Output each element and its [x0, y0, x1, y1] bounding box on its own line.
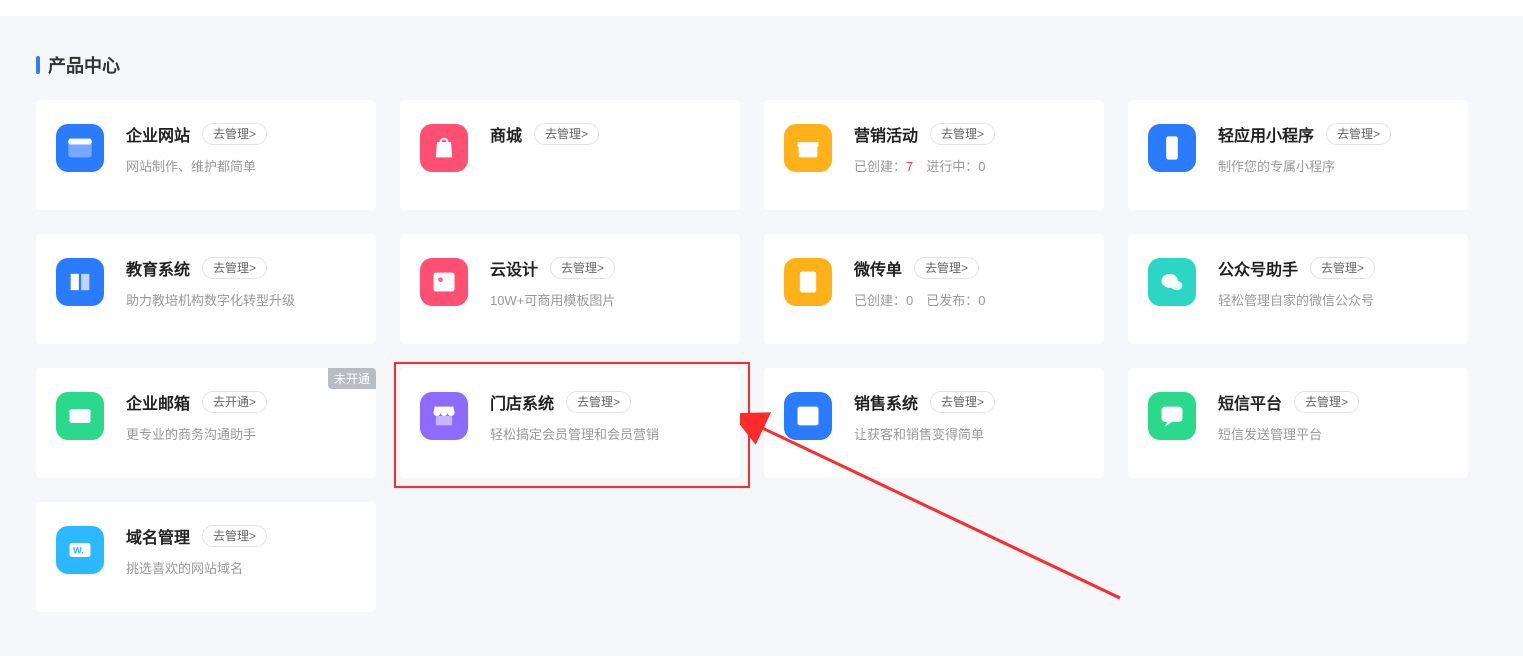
wechat-icon — [1148, 258, 1196, 306]
bag-icon — [420, 124, 468, 172]
product-card-miniapp[interactable]: 轻应用小程序去管理> 制作您的专属小程序 — [1128, 100, 1468, 210]
card-title: 门店系统 — [490, 390, 554, 414]
card-desc: 让获客和销售变得简单 — [854, 426, 1084, 444]
shop-icon — [420, 392, 468, 440]
list-icon — [784, 392, 832, 440]
card-title: 商城 — [490, 122, 522, 146]
product-card-wx[interactable]: 公众号助手去管理> 轻松管理自家的微信公众号 — [1128, 234, 1468, 344]
product-card-marketing[interactable]: 营销活动去管理> 已创建：7 进行中：0 — [764, 100, 1104, 210]
product-card-flyer[interactable]: 微传单去管理> 已创建：0 已发布：0 — [764, 234, 1104, 344]
card-desc: 轻松管理自家的微信公众号 — [1218, 292, 1448, 310]
file-icon — [784, 258, 832, 306]
product-grid: 企业网站去管理>网站制作、维护都简单商城去管理>营销活动去管理>已创建：7 进行… — [36, 100, 1492, 636]
card-title: 微传单 — [854, 256, 902, 280]
book-icon — [56, 258, 104, 306]
section-title: 产品中心 — [36, 52, 120, 78]
card-desc: 10W+可商用模板图片 — [490, 292, 720, 310]
card-desc: 更专业的商务沟通助手 — [126, 426, 356, 444]
card-desc: 已创建：7 进行中：0 — [854, 158, 1084, 176]
manage-button[interactable]: 去管理> — [1326, 123, 1391, 145]
manage-button[interactable]: 去管理> — [202, 525, 267, 547]
card-desc: 挑选喜欢的网站域名 — [126, 560, 356, 578]
card-title: 短信平台 — [1218, 390, 1282, 414]
card-title: 企业邮箱 — [126, 390, 190, 414]
manage-button[interactable]: 去管理> — [914, 257, 979, 279]
manage-button[interactable]: 去管理> — [202, 123, 267, 145]
card-title: 云设计 — [490, 256, 538, 280]
product-card-design[interactable]: 云设计去管理> 10W+可商用模板图片 — [400, 234, 740, 344]
manage-button[interactable]: 去管理> — [930, 391, 995, 413]
card-desc: 短信发送管理平台 — [1218, 426, 1448, 444]
card-desc: 已创建：0 已发布：0 — [854, 292, 1084, 310]
card-desc: 网站制作、维护都简单 — [126, 158, 356, 176]
product-card-sales[interactable]: 销售系统去管理> 让获客和销售变得简单 — [764, 368, 1104, 478]
card-title: 营销活动 — [854, 122, 918, 146]
chat-icon — [1148, 392, 1196, 440]
manage-button[interactable]: 去管理> — [1294, 391, 1359, 413]
image-icon — [420, 258, 468, 306]
manage-button[interactable]: 去管理> — [534, 123, 599, 145]
card-title: 教育系统 — [126, 256, 190, 280]
gift-icon — [784, 124, 832, 172]
card-title: 企业网站 — [126, 122, 190, 146]
mail-icon — [56, 392, 104, 440]
product-card-mall[interactable]: 商城去管理> — [400, 100, 740, 210]
product-card-domain[interactable]: W. 域名管理去管理> 挑选喜欢的网站域名 — [36, 502, 376, 612]
browser-icon — [56, 124, 104, 172]
svg-text:W.: W. — [73, 546, 84, 556]
card-title: 域名管理 — [126, 524, 190, 548]
manage-button[interactable]: 去管理> — [550, 257, 615, 279]
card-desc: 助力教培机构数字化转型升级 — [126, 292, 356, 310]
manage-button[interactable]: 去管理> — [566, 391, 631, 413]
status-badge: 未开通 — [328, 368, 376, 389]
manage-button[interactable]: 去开通> — [202, 391, 267, 413]
card-desc: 轻松搞定会员管理和会员营销 — [490, 426, 720, 444]
card-title: 公众号助手 — [1218, 256, 1298, 280]
product-card-website[interactable]: 企业网站去管理> 网站制作、维护都简单 — [36, 100, 376, 210]
product-card-edu[interactable]: 教育系统去管理> 助力教培机构数字化转型升级 — [36, 234, 376, 344]
card-title: 轻应用小程序 — [1218, 122, 1314, 146]
product-card-store[interactable]: 门店系统去管理> 轻松搞定会员管理和会员营销 — [400, 368, 740, 478]
manage-button[interactable]: 去管理> — [1310, 257, 1375, 279]
product-card-mail[interactable]: 企业邮箱去开通> 更专业的商务沟通助手 未开通 — [36, 368, 376, 478]
top-white-strip — [0, 0, 1523, 16]
manage-button[interactable]: 去管理> — [202, 257, 267, 279]
card-desc: 制作您的专属小程序 — [1218, 158, 1448, 176]
phone-icon — [1148, 124, 1196, 172]
domain-icon: W. — [56, 526, 104, 574]
card-title: 销售系统 — [854, 390, 918, 414]
manage-button[interactable]: 去管理> — [930, 123, 995, 145]
product-card-sms[interactable]: 短信平台去管理> 短信发送管理平台 — [1128, 368, 1468, 478]
